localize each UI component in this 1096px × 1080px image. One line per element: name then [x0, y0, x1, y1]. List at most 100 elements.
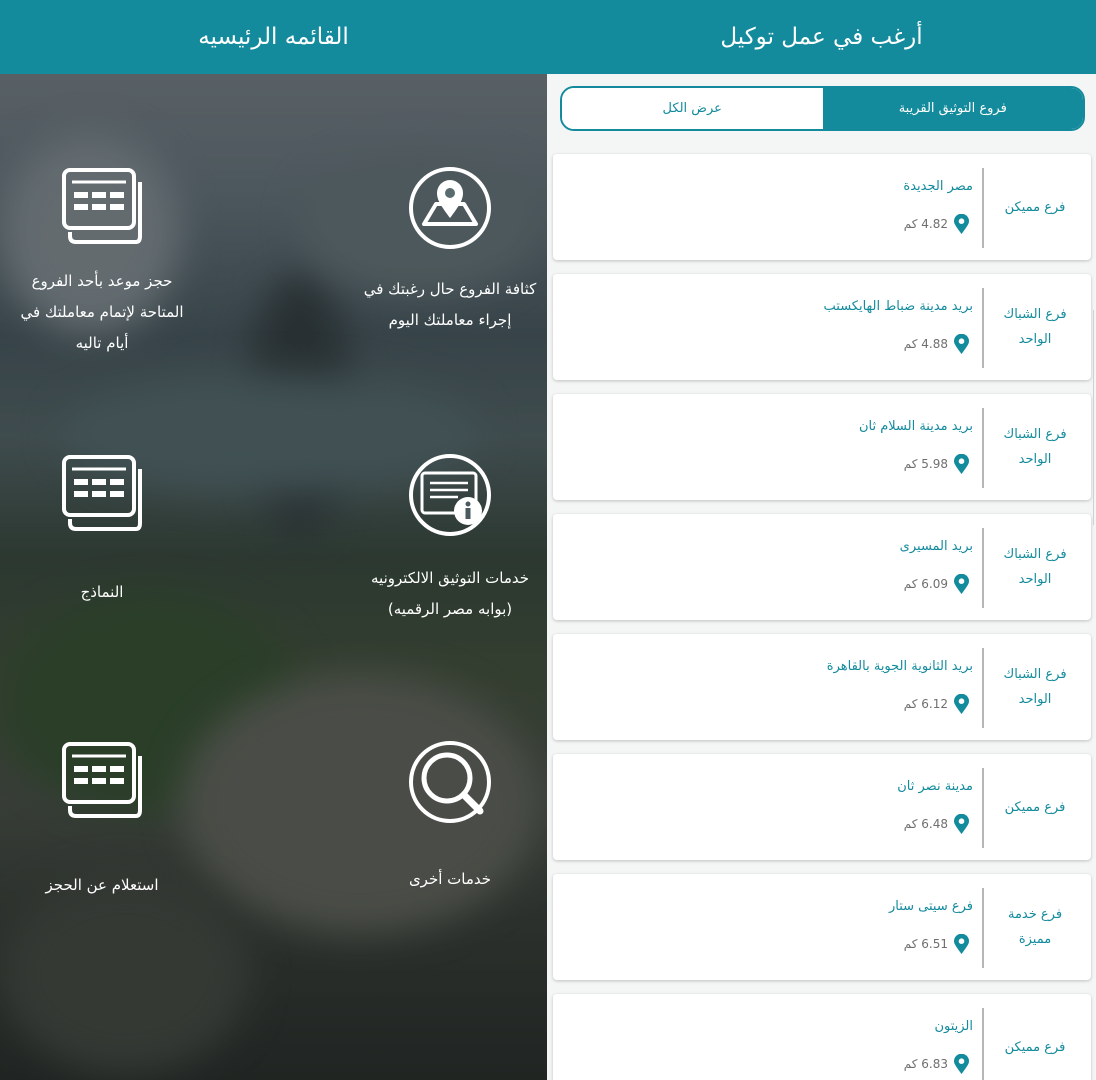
branch-card[interactable]: فرع مميكن الزيتون 6.83 كم	[553, 994, 1091, 1080]
main-menu-pane: القائمه الرئيسيه كثافة الفروع حال رغبتك …	[0, 0, 547, 1080]
branch-name: بريد مدينة ضباط الهايكستب	[823, 299, 973, 314]
branch-card[interactable]: فرع الشباك الواحد بريد مدينة ضباط الهايك…	[553, 274, 1091, 380]
branch-type-line: فرع خدمة	[1007, 907, 1063, 922]
location-pin-icon	[954, 334, 969, 354]
branch-list: فرع مميكن مصر الجديدة 4.82 كم فرع الشباك…	[553, 154, 1091, 1080]
menu-item-other-services[interactable]: خدمات أخرى	[325, 740, 547, 895]
distance-text: 6.09 كم	[903, 577, 948, 591]
branch-distance: 6.83 كم	[904, 1054, 969, 1074]
menu-label-line: خدمات أخرى	[408, 870, 492, 888]
branch-name: فرع سيتى ستار	[888, 899, 973, 914]
branch-type-line: فرع مميكن	[1004, 199, 1066, 215]
branch-distance: 6.51 كم	[904, 934, 969, 954]
card-divider	[982, 1008, 984, 1080]
branch-name: بريد المسيرى	[899, 539, 973, 554]
location-pin-icon	[954, 814, 969, 834]
branch-type-line: فرع مميكن	[1004, 799, 1066, 815]
forms-document-icon	[62, 455, 142, 531]
booking-inquiry-icon	[62, 742, 142, 818]
tab-show-all[interactable]: عرض الكل	[562, 88, 823, 129]
main-menu-title: القائمه الرئيسيه	[198, 24, 349, 50]
branch-type: فرع الشباك الواحد	[987, 394, 1083, 500]
branch-type-line: فرع الشباك	[1003, 307, 1067, 322]
menu-label-line: إجراء معاملتك اليوم	[388, 311, 512, 329]
menu-item-forms[interactable]: النماذج	[0, 453, 227, 608]
branch-type-line: فرع مميكن	[1004, 1039, 1066, 1055]
certificate-info-icon	[409, 454, 491, 536]
branch-type-line: فرع الشباك	[1003, 427, 1067, 442]
branch-card[interactable]: فرع الشباك الواحد بريد الثانوية الجوية ب…	[553, 634, 1091, 740]
branch-type-line: الواحد	[1018, 332, 1052, 347]
main-menu-header: القائمه الرئيسيه	[0, 0, 547, 74]
card-divider	[982, 528, 984, 608]
branch-type: فرع الشباك الواحد	[987, 634, 1083, 740]
card-divider	[982, 168, 984, 248]
location-pin-icon	[954, 574, 969, 594]
menu-label-line: كثافة الفروع حال رغبتك في	[363, 280, 537, 298]
location-pin-icon	[954, 1054, 969, 1074]
branch-name: بريد مدينة السلام ثان	[858, 419, 973, 434]
branch-name: بريد الثانوية الجوية بالقاهرة	[826, 659, 973, 674]
branch-type-line: فرع الشباك	[1003, 667, 1067, 682]
menu-label-line: حجز موعد بأحد الفروع	[31, 272, 173, 290]
branch-type-line: الواحد	[1018, 452, 1052, 467]
branch-card[interactable]: فرع الشباك الواحد بريد مدينة السلام ثان …	[553, 394, 1091, 500]
branch-distance: 4.88 كم	[904, 334, 969, 354]
search-icon	[409, 741, 491, 823]
menu-label-line: أيام تاليه	[75, 334, 129, 352]
branch-name: الزيتون	[934, 1019, 973, 1034]
distance-text: 4.82 كم	[903, 217, 948, 231]
branch-type: فرع مميكن	[987, 994, 1083, 1080]
menu-item-booking-inquiry[interactable]: استعلام عن الحجز	[0, 740, 227, 901]
branch-type-line: الواحد	[1018, 572, 1052, 587]
distance-text: 6.51 كم	[903, 937, 948, 951]
branch-type: فرع مميكن	[987, 754, 1083, 860]
appointment-calendar-icon	[62, 168, 142, 244]
branch-type-line: فرع الشباك	[1003, 547, 1067, 562]
menu-label-line: استعلام عن الحجز	[45, 876, 159, 894]
branch-card[interactable]: فرع الشباك الواحد بريد المسيرى 6.09 كم	[553, 514, 1091, 620]
location-pin-icon	[954, 694, 969, 714]
map-location-icon	[409, 167, 491, 249]
menu-label-line: (بوابه مصر الرقميه)	[387, 600, 513, 618]
branch-card[interactable]: فرع مميكن مصر الجديدة 4.82 كم	[553, 154, 1091, 260]
branch-type: فرع الشباك الواحد	[987, 514, 1083, 620]
menu-label-line: المتاحة لإتمام معاملتك في	[20, 303, 184, 321]
branch-name: مدينة نصر ثان	[897, 779, 973, 794]
branch-distance: 6.12 كم	[904, 694, 969, 714]
branch-name: مصر الجديدة	[903, 179, 973, 194]
card-divider	[982, 768, 984, 848]
branch-type: فرع مميكن	[987, 154, 1083, 260]
branch-type: فرع الشباك الواحد	[987, 274, 1083, 380]
branch-distance: 4.82 كم	[904, 214, 969, 234]
distance-text: 5.98 كم	[903, 457, 948, 471]
distance-text: 6.83 كم	[903, 1057, 948, 1071]
delegation-pane: أرغب في عمل توكيل عرض الكل فروع التوثيق …	[547, 0, 1096, 1080]
distance-text: 6.48 كم	[903, 817, 948, 831]
location-pin-icon	[954, 934, 969, 954]
menu-item-e-notarization[interactable]: خدمات التوثيق الالكترونيه (بوابه مصر الر…	[325, 453, 547, 625]
location-pin-icon	[954, 454, 969, 474]
branch-filter-toggle: عرض الكل فروع التوثيق القريبة	[560, 86, 1085, 131]
branch-card[interactable]: فرع خدمة مميزة فرع سيتى ستار 6.51 كم	[553, 874, 1091, 980]
branch-type-line: مميزة	[1018, 932, 1052, 947]
branch-type: فرع خدمة مميزة	[987, 874, 1083, 980]
card-divider	[982, 288, 984, 368]
branch-distance: 6.48 كم	[904, 814, 969, 834]
card-divider	[982, 648, 984, 728]
branch-type-line: الواحد	[1018, 692, 1052, 707]
branch-card[interactable]: فرع مميكن مدينة نصر ثان 6.48 كم	[553, 754, 1091, 860]
branch-distance: 6.09 كم	[904, 574, 969, 594]
card-divider	[982, 408, 984, 488]
tab-nearby-branches[interactable]: فروع التوثيق القريبة	[822, 88, 1083, 129]
location-pin-icon	[954, 214, 969, 234]
branch-distance: 5.98 كم	[904, 454, 969, 474]
delegation-title: أرغب في عمل توكيل	[720, 24, 923, 50]
menu-item-branch-density[interactable]: كثافة الفروع حال رغبتك في إجراء معاملتك …	[325, 166, 547, 336]
distance-text: 6.12 كم	[903, 697, 948, 711]
menu-item-book-appointment[interactable]: حجز موعد بأحد الفروع المتاحة لإتمام معام…	[0, 166, 227, 359]
distance-text: 4.88 كم	[903, 337, 948, 351]
menu-label-line: خدمات التوثيق الالكترونيه	[371, 569, 529, 587]
menu-label-line: النماذج	[80, 583, 124, 601]
card-divider	[982, 888, 984, 968]
